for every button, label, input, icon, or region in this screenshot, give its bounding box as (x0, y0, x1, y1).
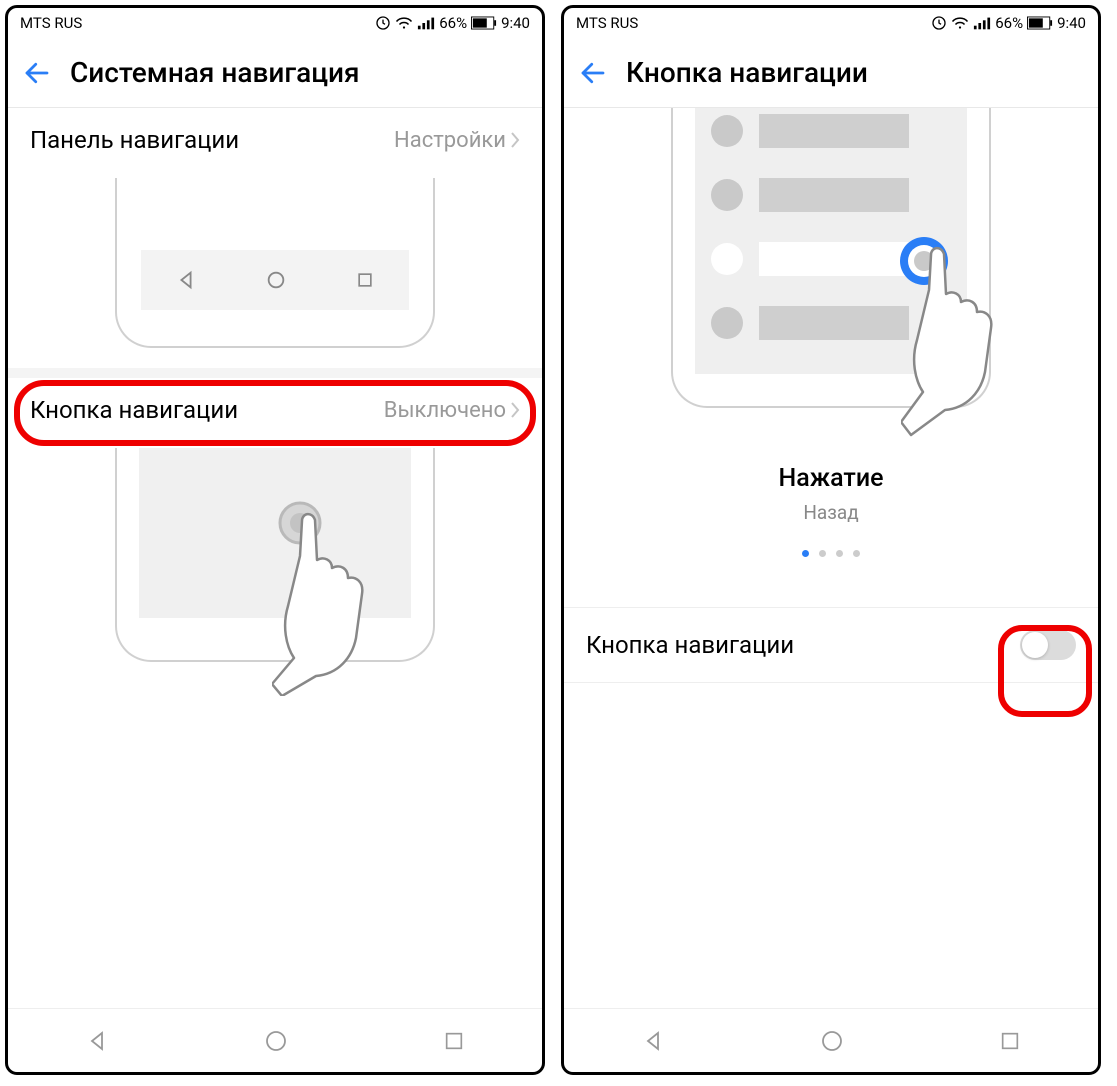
battery-icon (1027, 16, 1053, 30)
page-dot (853, 550, 860, 557)
phone-mockup-2 (115, 448, 435, 662)
clock-time: 9:40 (1057, 14, 1086, 32)
mock-navbar (141, 250, 409, 310)
mock-app-bar (759, 114, 909, 148)
page-title: Кнопка навигации (626, 56, 868, 89)
page-dot (819, 550, 826, 557)
clock-sync-icon (375, 15, 391, 31)
system-back-icon[interactable] (85, 1029, 109, 1053)
mock-app-icon (711, 243, 743, 275)
system-recent-icon[interactable] (999, 1030, 1021, 1052)
signal-icon (417, 16, 435, 30)
mock-app-bar (759, 242, 909, 276)
page-title: Системная навигация (70, 56, 360, 89)
system-home-icon[interactable] (264, 1029, 288, 1053)
mock-row-1 (711, 114, 909, 148)
mock-row-3 (711, 242, 909, 276)
status-icons: 66% 9:40 (931, 14, 1086, 32)
nav-button-toggle-row[interactable]: Кнопка навигации (564, 607, 1098, 683)
battery-pct: 66% (995, 14, 1023, 32)
mock-app-icon (711, 115, 743, 147)
nav-panel-value: Настройки (394, 128, 520, 153)
gesture-caption: Нажатие Назад (564, 464, 1098, 524)
nav-panel-label: Панель навигации (30, 126, 239, 154)
wifi-icon (951, 16, 969, 30)
page-dot (802, 550, 809, 557)
nav-button-value-text: Выключено (384, 398, 506, 423)
battery-icon (471, 16, 497, 30)
content-area-1: Панель навигации Настройки Кнопка навига… (8, 108, 542, 1008)
nav-panel-row[interactable]: Панель навигации Настройки (8, 108, 542, 172)
content-area-2: Нажатие Назад Кнопка навигации (564, 108, 1098, 1008)
phone-screen-2: MTS RUS 66% 9:40 Кнопка навигации (561, 5, 1101, 1075)
phone-mockup-1 (115, 178, 435, 348)
phone-mockup-3 (671, 108, 991, 408)
toggle-switch[interactable] (1020, 630, 1076, 660)
wifi-icon (395, 16, 413, 30)
carrier-label: MTS RUS (576, 14, 638, 32)
status-bar: MTS RUS 66% 9:40 (564, 8, 1098, 38)
gesture-title: Нажатие (564, 464, 1098, 493)
system-home-icon[interactable] (820, 1029, 844, 1053)
mock-touch-circle (277, 500, 323, 546)
mock-app-bar (759, 178, 909, 212)
system-nav-bar (564, 1008, 1098, 1072)
mock-row-2 (711, 178, 909, 212)
mock-back-icon (175, 269, 197, 291)
carrier-label: MTS RUS (20, 14, 82, 32)
system-back-icon[interactable] (641, 1029, 665, 1053)
mock-recent-icon (355, 270, 375, 290)
toggle-knob (1022, 632, 1048, 658)
toggle-label: Кнопка навигации (586, 631, 794, 659)
back-arrow-icon[interactable] (22, 58, 52, 88)
page-dot (836, 550, 843, 557)
mock-touch-target (897, 234, 951, 288)
chevron-right-icon (510, 401, 520, 419)
mock-app-bar (759, 306, 909, 340)
nav-button-row[interactable]: Кнопка навигации Выключено (8, 378, 542, 442)
phone-screen-1: MTS RUS 66% 9:40 Системная навигация Пан… (5, 5, 545, 1075)
gesture-illustration (564, 108, 1098, 428)
nav-button-label: Кнопка навигации (30, 396, 238, 424)
signal-icon (973, 16, 991, 30)
status-bar: MTS RUS 66% 9:40 (8, 8, 542, 38)
clock-sync-icon (931, 15, 947, 31)
nav-button-illustration (8, 442, 542, 682)
app-header: Системная навигация (8, 38, 542, 108)
back-arrow-icon[interactable] (578, 58, 608, 88)
gesture-subtitle: Назад (564, 501, 1098, 524)
app-header: Кнопка навигации (564, 38, 1098, 108)
system-nav-bar (8, 1008, 542, 1072)
nav-button-value: Выключено (384, 398, 520, 423)
mock-row-4 (711, 306, 909, 340)
nav-panel-illustration (8, 172, 542, 368)
mock-app-icon (711, 179, 743, 211)
chevron-right-icon (510, 131, 520, 149)
nav-panel-value-text: Настройки (394, 128, 506, 153)
mock-home-icon (265, 269, 287, 291)
section-divider (8, 368, 542, 378)
mock-screen-grey (139, 448, 411, 618)
status-icons: 66% 9:40 (375, 14, 530, 32)
mock-app-icon (711, 307, 743, 339)
system-recent-icon[interactable] (443, 1030, 465, 1052)
page-indicator (564, 550, 1098, 557)
clock-time: 9:40 (501, 14, 530, 32)
battery-pct: 66% (439, 14, 467, 32)
